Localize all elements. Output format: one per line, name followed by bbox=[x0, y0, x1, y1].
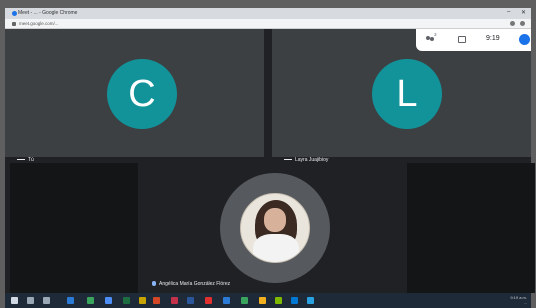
minimize-icon[interactable]: – bbox=[507, 9, 510, 15]
empty-tile-left bbox=[10, 163, 138, 293]
address-bar[interactable]: meet.google.com/... bbox=[5, 19, 531, 29]
edge-icon[interactable] bbox=[67, 297, 74, 304]
meet-top-controls: 3 9:19 bbox=[416, 29, 531, 51]
extension-icon[interactable] bbox=[510, 21, 515, 26]
app-icon[interactable] bbox=[307, 297, 314, 304]
task-view-icon[interactable] bbox=[43, 297, 50, 304]
menu-icon[interactable] bbox=[520, 21, 525, 26]
empty-tile-right bbox=[407, 163, 535, 293]
lock-icon bbox=[12, 22, 16, 26]
app-icon[interactable] bbox=[223, 297, 230, 304]
app-icon[interactable] bbox=[171, 297, 178, 304]
store-icon[interactable] bbox=[87, 297, 94, 304]
self-name-label: Angélica María González Flórez bbox=[152, 281, 230, 287]
taskbar: 9:19 a.m. ... bbox=[5, 293, 531, 308]
avatar: C bbox=[107, 59, 177, 129]
app-icon[interactable] bbox=[241, 297, 248, 304]
close-icon[interactable]: ✕ bbox=[521, 9, 526, 16]
screen: Meet - ... - Google Chrome – ✕ meet.goog… bbox=[0, 0, 536, 308]
self-view-tile: Angélica María González Flórez bbox=[142, 163, 402, 293]
search-icon[interactable] bbox=[27, 297, 34, 304]
chat-icon[interactable] bbox=[458, 36, 466, 43]
avatar: L bbox=[372, 59, 442, 129]
folder-icon[interactable] bbox=[139, 297, 146, 304]
recording-indicator-icon bbox=[12, 11, 17, 16]
url-text[interactable]: meet.google.com/... bbox=[19, 21, 59, 26]
participant-tile-tu: C Tú bbox=[5, 29, 264, 163]
excel-icon[interactable] bbox=[123, 297, 130, 304]
acrobat-icon[interactable] bbox=[205, 297, 212, 304]
taskbar-clock[interactable]: 9:19 a.m. ... bbox=[510, 295, 527, 305]
window-title: Meet - ... - Google Chrome bbox=[18, 10, 78, 16]
start-icon[interactable] bbox=[11, 297, 18, 304]
word-icon[interactable] bbox=[187, 297, 194, 304]
account-avatar-icon[interactable] bbox=[519, 34, 530, 45]
browser-title-bar: Meet - ... - Google Chrome – ✕ bbox=[5, 8, 531, 19]
app-icon[interactable] bbox=[291, 297, 298, 304]
self-photo bbox=[240, 193, 310, 263]
mic-icon bbox=[152, 281, 156, 287]
people-icon[interactable] bbox=[426, 36, 435, 43]
mail-icon[interactable] bbox=[105, 297, 112, 304]
powerpoint-icon[interactable] bbox=[153, 297, 160, 304]
people-count: 3 bbox=[434, 32, 437, 37]
app-icon[interactable] bbox=[275, 297, 282, 304]
chrome-icon[interactable] bbox=[259, 297, 266, 304]
meeting-clock: 9:19 bbox=[486, 35, 500, 42]
meet-stage: C Tú L Layra Juajibioy Angélica María Go… bbox=[5, 29, 535, 293]
